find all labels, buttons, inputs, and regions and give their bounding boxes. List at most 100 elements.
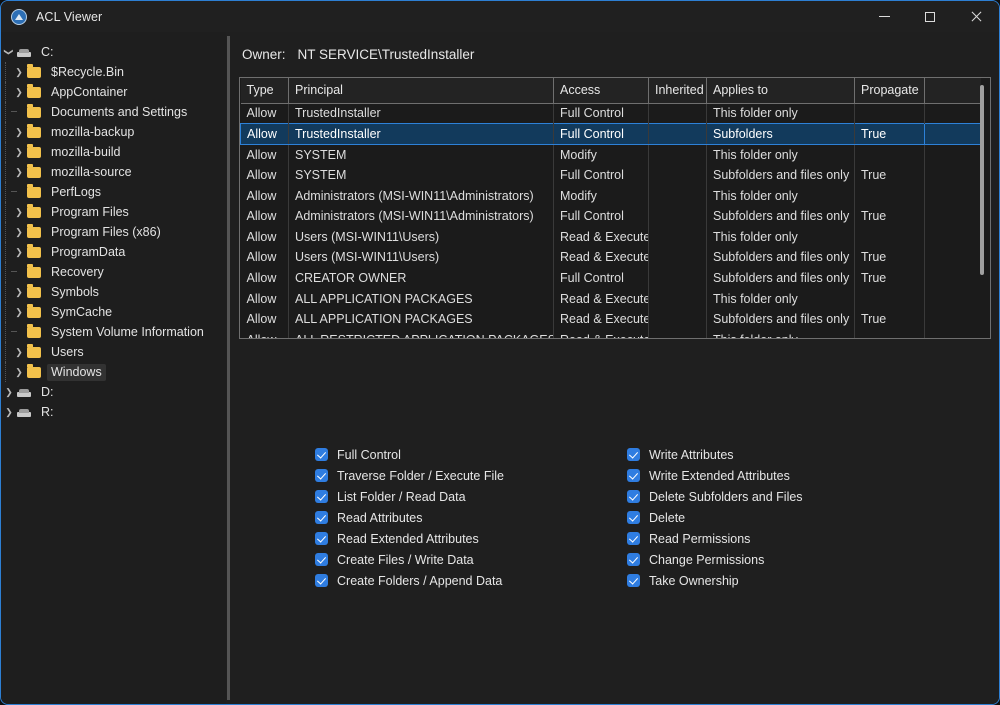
folder-tree[interactable]: ❯ C: ❯ $Recycle.Bin ❯ AppContainer Documents a… [1, 32, 226, 704]
checkbox-delete[interactable] [627, 511, 640, 524]
tree-item-perflogs[interactable]: PerfLogs [1, 182, 226, 202]
column-header-principal[interactable]: Principal [288, 78, 554, 104]
permission-label: Create Files / Write Data [337, 552, 474, 567]
acl-table-row[interactable]: Allow Users (MSI-WIN11\Users) Read & Execu… [240, 247, 981, 268]
tree-item-c[interactable]: ❯ C: [1, 42, 226, 62]
maximize-button[interactable] [907, 1, 953, 32]
chevron-right-icon[interactable]: ❯ [11, 282, 27, 302]
permission-row[interactable]: Read Attributes [315, 507, 627, 528]
checkbox-read-attributes[interactable] [315, 511, 328, 524]
column-header-access[interactable]: Access [553, 78, 649, 104]
chevron-right-icon[interactable]: ❯ [11, 302, 27, 322]
checkbox-create-files-write-data[interactable] [315, 553, 328, 566]
tree-item-symbols[interactable]: ❯ Symbols [1, 282, 226, 302]
permission-row[interactable]: Write Extended Attributes [627, 465, 939, 486]
chevron-right-icon[interactable]: ❯ [1, 382, 17, 402]
acl-table[interactable]: Type Principal Access Inherited Applies … [240, 78, 981, 338]
acl-table-row[interactable]: Allow TrustedInstaller Full Control This fo… [240, 103, 981, 124]
tree-item-mozilla-build[interactable]: ❯ mozilla-build [1, 142, 226, 162]
cell-inherited [648, 144, 707, 165]
checkbox-change-permissions[interactable] [627, 553, 640, 566]
tree-item-mozilla-source[interactable]: ❯ mozilla-source [1, 162, 226, 182]
checkbox-full-control[interactable] [315, 448, 328, 461]
checkbox-read-permissions[interactable] [627, 532, 640, 545]
acl-table-row[interactable]: Allow ALL APPLICATION PACKAGES Read & Exec… [240, 308, 981, 330]
chevron-right-icon[interactable]: ❯ [11, 162, 27, 182]
acl-table-row[interactable]: AllowALL RESTRICTED APPLICATION PACKAGES… [240, 329, 981, 338]
cell-access: Modify [553, 144, 649, 165]
chevron-right-icon[interactable]: ❯ [11, 362, 27, 382]
checkbox-list-folder-read-data[interactable] [315, 490, 328, 503]
checkbox-read-extended-attributes[interactable] [315, 532, 328, 545]
checkbox-write-extended-attributes[interactable] [627, 469, 640, 482]
column-header-applies-to[interactable]: Applies to [706, 78, 855, 104]
tree-item-program-files-x86[interactable]: ❯ Program Files (x86) [1, 222, 226, 242]
acl-table-scroll-thumb[interactable] [980, 85, 984, 275]
folder-icon [27, 103, 41, 118]
cell-access: Read & Execute [553, 329, 649, 338]
tree-item-program-files[interactable]: ❯ Program Files [1, 202, 226, 222]
acl-viewer-window: ACL Viewer ❯ C: ❯ $Recycle.Bin ❯ AppContainer… [0, 0, 1000, 705]
acl-table-row[interactable]: Allow TrustedInstaller Full Control Subfold… [240, 123, 981, 145]
permission-row[interactable]: Create Folders / Append Data [315, 570, 627, 591]
permission-row[interactable]: Full Control [315, 444, 627, 465]
tree-item-programdata[interactable]: ❯ ProgramData [1, 242, 226, 262]
tree-item-appcontainer[interactable]: ❯ AppContainer [1, 82, 226, 102]
acl-table-row[interactable]: Allow CREATOR OWNER Full Control Subfolders… [240, 267, 981, 289]
chevron-right-icon[interactable]: ❯ [11, 82, 27, 102]
tree-item-mozilla-backup[interactable]: ❯ mozilla-backup [1, 122, 226, 142]
pane-splitter[interactable] [226, 32, 231, 704]
checkbox-write-attributes[interactable] [627, 448, 640, 461]
chevron-right-icon[interactable]: ❯ [11, 342, 27, 362]
permission-row[interactable]: Delete Subfolders and Files [627, 486, 939, 507]
chevron-right-icon[interactable]: ❯ [1, 402, 17, 422]
checkbox-traverse-folder-execute-file[interactable] [315, 469, 328, 482]
tree-item-windows[interactable]: ❯ Windows [1, 362, 226, 382]
tree-item-r[interactable]: ❯ R: [1, 402, 226, 422]
acl-table-row[interactable]: Allow Administrators (MSI-WIN11\Administr… [240, 205, 981, 227]
tree-item-d[interactable]: ❯ D: [1, 382, 226, 402]
chevron-right-icon[interactable]: ❯ [11, 142, 27, 162]
acl-table-row[interactable]: Allow SYSTEM Modify This folder only [240, 144, 981, 165]
column-header-inherited[interactable]: Inherited [648, 78, 707, 104]
close-button[interactable] [953, 1, 999, 32]
tree-item-documents-and-settings[interactable]: Documents and Settings [1, 102, 226, 122]
acl-table-scrollbar[interactable] [977, 82, 987, 334]
permission-row[interactable]: Read Extended Attributes [315, 528, 627, 549]
acl-table-row[interactable]: Allow Users (MSI-WIN11\Users) Read & Execu… [240, 226, 981, 248]
chevron-right-icon[interactable]: ❯ [11, 202, 27, 222]
column-header-type[interactable]: Type [240, 78, 289, 104]
permission-row[interactable]: Write Attributes [627, 444, 939, 465]
tree-item-recovery[interactable]: Recovery [1, 262, 226, 282]
cell-propagate: True [854, 123, 925, 145]
permission-row[interactable]: Traverse Folder / Execute File [315, 465, 627, 486]
permission-row[interactable]: Change Permissions [627, 549, 939, 570]
chevron-right-icon[interactable]: ❯ [11, 242, 27, 262]
column-header-propagate[interactable]: Propagate [854, 78, 925, 104]
cell-propagate: True [854, 267, 925, 289]
permission-row[interactable]: Create Files / Write Data [315, 549, 627, 570]
chevron-right-icon[interactable]: ❯ [11, 222, 27, 242]
permission-row[interactable]: Take Ownership [627, 570, 939, 591]
tree-item-system-volume-information[interactable]: System Volume Information [1, 322, 226, 342]
permission-row[interactable]: List Folder / Read Data [315, 486, 627, 507]
chevron-right-icon[interactable]: ❯ [11, 122, 27, 142]
cell-applies-to: This folder only [706, 288, 855, 309]
acl-table-row[interactable]: Allow SYSTEM Full Control Subfolders and fi… [240, 164, 981, 186]
acl-table-row[interactable]: Allow ALL APPLICATION PACKAGES Read & Exec… [240, 288, 981, 309]
tree-item-recycle-bin[interactable]: ❯ $Recycle.Bin [1, 62, 226, 82]
checkbox-take-ownership[interactable] [627, 574, 640, 587]
checkbox-delete-subfolders-and-files[interactable] [627, 490, 640, 503]
chevron-right-icon[interactable]: ❯ [11, 62, 27, 82]
acl-table-row[interactable]: Allow Administrators (MSI-WIN11\Administr… [240, 185, 981, 206]
folder-icon [27, 143, 41, 158]
tree-item-symcache[interactable]: ❯ SymCache [1, 302, 226, 322]
tree-guide [1, 82, 11, 102]
tree-branch-line [11, 182, 19, 202]
permission-row[interactable]: Delete [627, 507, 939, 528]
tree-item-users[interactable]: ❯ Users [1, 342, 226, 362]
checkbox-create-folders-append-data[interactable] [315, 574, 328, 587]
permission-row[interactable]: Read Permissions [627, 528, 939, 549]
minimize-button[interactable] [861, 1, 907, 32]
tree-item-label: Users [51, 344, 84, 359]
